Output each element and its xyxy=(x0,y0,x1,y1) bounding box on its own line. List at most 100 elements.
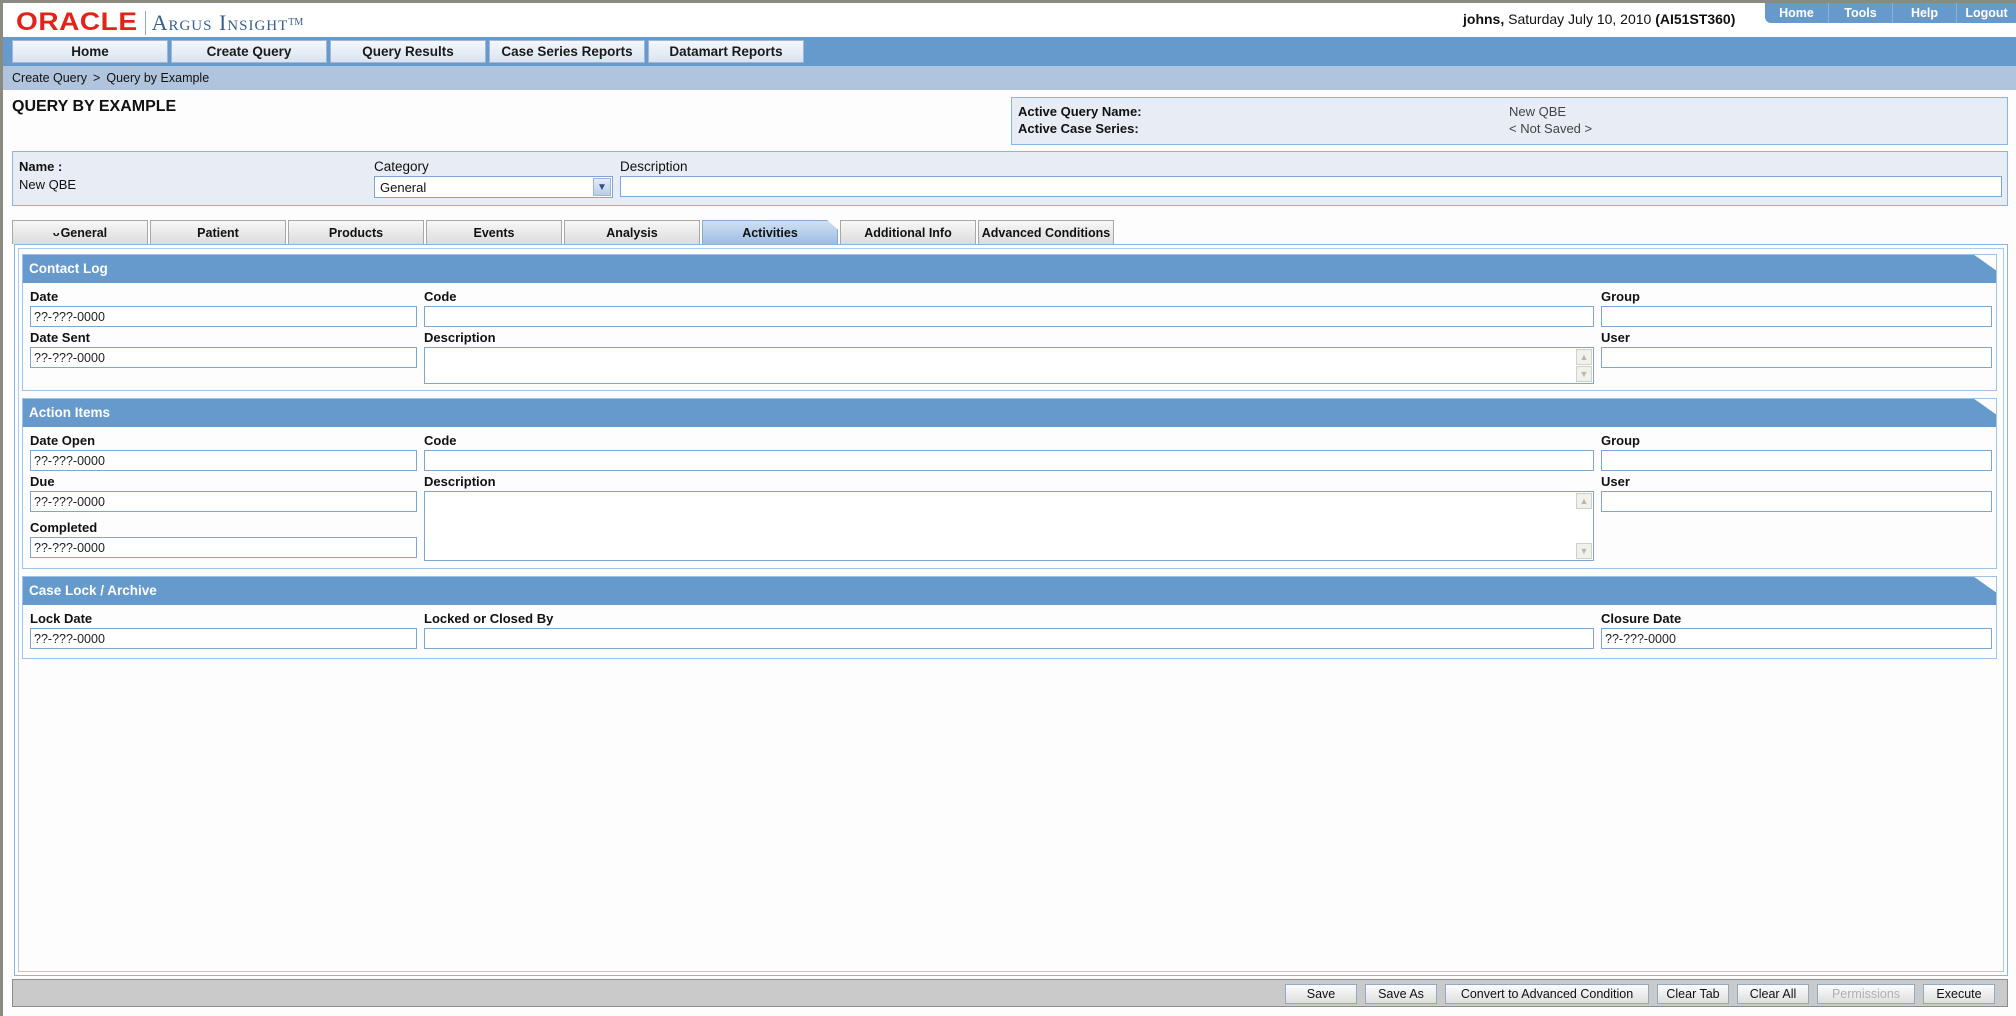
scroll-up-icon[interactable]: ▲ xyxy=(1576,493,1592,509)
completed-label: Completed xyxy=(30,520,98,535)
date-open-input[interactable]: ??-???-0000 xyxy=(30,450,417,471)
user-label: User xyxy=(1601,474,1630,489)
active-case-series-value: < Not Saved > xyxy=(1509,121,1593,136)
nav-datamart-reports[interactable]: Datamart Reports xyxy=(648,40,804,63)
name-label: Name : xyxy=(19,159,63,174)
convert-to-advanced-condition-button[interactable]: Convert to Advanced Condition xyxy=(1445,984,1649,1004)
nav-create-query[interactable]: Create Query xyxy=(171,40,327,63)
tab-products[interactable]: Products xyxy=(288,220,424,244)
name-value: New QBE xyxy=(19,177,77,192)
action-code-input[interactable] xyxy=(424,450,1594,471)
action-description-textarea[interactable]: ▲ ▼ xyxy=(424,491,1594,561)
date-sent-input[interactable]: ??-???-0000 xyxy=(30,347,417,368)
breadcrumb-query-by-example: Query by Example xyxy=(106,71,210,85)
logo-separator xyxy=(144,10,146,35)
active-query-name-label: Active Query Name: xyxy=(1018,104,1142,119)
scroll-up-icon[interactable]: ▲ xyxy=(1576,349,1592,365)
app-logo: ORACLE Argus Insight TM xyxy=(16,8,303,37)
contact-description-textarea[interactable]: ▲ ▼ xyxy=(424,347,1594,384)
category-selected-value: General xyxy=(380,180,427,195)
completed-input[interactable]: ??-???-0000 xyxy=(30,537,417,558)
util-tools-link[interactable]: Tools xyxy=(1829,3,1893,23)
date-label: Date xyxy=(30,289,59,304)
section-header: Case Lock / Archive xyxy=(23,577,1996,605)
scroll-down-icon[interactable]: ▼ xyxy=(1576,543,1592,559)
tab-label: General xyxy=(60,225,108,240)
save-button[interactable]: Save xyxy=(1285,984,1357,1004)
section-header: Contact Log xyxy=(23,255,1996,283)
util-logout-link[interactable]: Logout xyxy=(1957,3,2016,23)
action-group-input[interactable] xyxy=(1601,450,1992,471)
due-input[interactable]: ??-???-0000 xyxy=(30,491,417,512)
contact-code-input[interactable] xyxy=(424,306,1594,327)
contact-group-input[interactable] xyxy=(1601,306,1992,327)
closure-date-label: Closure Date xyxy=(1601,611,1682,626)
query-tabs: ᴗ General Patient Products Events Analysi… xyxy=(12,220,1116,244)
code-label: Code xyxy=(424,433,457,448)
user-name: johns, xyxy=(1463,11,1505,27)
tab-events[interactable]: Events xyxy=(426,220,562,244)
contact-user-input[interactable] xyxy=(1601,347,1992,368)
tab-patient[interactable]: Patient xyxy=(150,220,286,244)
tab-additional-info[interactable]: Additional Info xyxy=(840,220,976,244)
funnel-icon: ᴗ xyxy=(52,226,60,239)
user-info: johns, Saturday July 10, 2010 (AI51ST360… xyxy=(1463,11,1735,27)
description-label: Description xyxy=(620,159,688,174)
category-select[interactable]: General ▼ xyxy=(374,176,613,198)
scroll-down-icon[interactable]: ▼ xyxy=(1576,366,1592,382)
closure-date-input[interactable]: ??-???-0000 xyxy=(1601,628,1992,649)
breadcrumb: Create Query > Query by Example xyxy=(3,66,2016,90)
util-home-link[interactable]: Home xyxy=(1765,3,1829,23)
nav-case-series-reports[interactable]: Case Series Reports xyxy=(489,40,645,63)
action-user-input[interactable] xyxy=(1601,491,1992,512)
util-help-link[interactable]: Help xyxy=(1893,3,1957,23)
clear-all-button[interactable]: Clear All xyxy=(1737,984,1809,1004)
chevron-down-icon[interactable]: ▼ xyxy=(593,178,611,196)
user-label: User xyxy=(1601,330,1630,345)
lock-date-label: Lock Date xyxy=(30,611,93,626)
lock-date-input[interactable]: ??-???-0000 xyxy=(30,628,417,649)
permissions-button: Permissions xyxy=(1817,984,1915,1004)
case-lock-archive-section: Case Lock / Archive Lock Date ??-???-000… xyxy=(22,576,1997,659)
contact-date-input[interactable]: ??-???-0000 xyxy=(30,306,417,327)
description-label: Description xyxy=(424,330,496,345)
utility-nav: Home Tools Help Logout xyxy=(1765,3,2016,23)
nav-home[interactable]: Home xyxy=(12,40,168,63)
date-sent-label: Date Sent xyxy=(30,330,90,345)
save-as-button[interactable]: Save As xyxy=(1365,984,1437,1004)
locked-by-input[interactable] xyxy=(424,628,1594,649)
breadcrumb-create-query[interactable]: Create Query xyxy=(12,71,87,85)
tab-analysis[interactable]: Analysis xyxy=(564,220,700,244)
app-header: ORACLE Argus Insight TM johns, Saturday … xyxy=(3,3,2016,37)
locked-by-label: Locked or Closed By xyxy=(424,611,554,626)
oracle-logo: ORACLE xyxy=(16,8,138,36)
server-id: (AI51ST360) xyxy=(1655,11,1736,27)
nav-query-results[interactable]: Query Results xyxy=(330,40,486,63)
action-button-bar: Save Save As Convert to Advanced Conditi… xyxy=(12,979,2008,1007)
page-title: QUERY BY EXAMPLE xyxy=(12,98,177,115)
due-label: Due xyxy=(30,474,55,489)
main-nav: Home Create Query Query Results Case Ser… xyxy=(3,37,2016,66)
clear-tab-button[interactable]: Clear Tab xyxy=(1657,984,1729,1004)
tab-advanced-conditions[interactable]: Advanced Conditions xyxy=(978,220,1114,244)
active-query-name-value: New QBE xyxy=(1509,104,1567,119)
breadcrumb-separator: > xyxy=(93,71,101,85)
window-frame-left xyxy=(0,0,3,1016)
active-query-panel: Active Query Name: New QBE Active Case S… xyxy=(1011,97,2008,145)
code-label: Code xyxy=(424,289,457,304)
description-input[interactable] xyxy=(620,176,2002,197)
group-label: Group xyxy=(1601,289,1640,304)
current-date: Saturday July 10, 2010 xyxy=(1508,11,1652,27)
product-name: Argus Insight xyxy=(151,9,289,35)
section-header: Action Items xyxy=(23,399,1996,427)
query-name-panel: Name : New QBE Category General ▼ Descri… xyxy=(12,151,2008,206)
group-label: Group xyxy=(1601,433,1640,448)
contact-log-section: Contact Log Date ??-???-0000 Code Group … xyxy=(22,254,1997,391)
category-label: Category xyxy=(374,159,429,174)
active-case-series-label: Active Case Series: xyxy=(1018,121,1139,136)
tab-general[interactable]: ᴗ General xyxy=(12,220,148,244)
execute-button[interactable]: Execute xyxy=(1923,984,1995,1004)
description-label: Description xyxy=(424,474,496,489)
tab-activities[interactable]: Activities xyxy=(702,220,838,244)
trademark: TM xyxy=(288,17,304,28)
